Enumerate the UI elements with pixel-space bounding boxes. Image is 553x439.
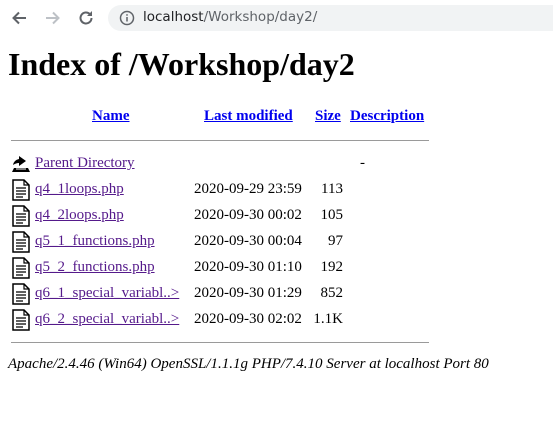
file-modified: 2020-09-29 23:59	[194, 181, 302, 197]
text-file-icon	[12, 231, 30, 253]
sort-by-last-modified-link[interactable]: Last modified	[204, 108, 293, 124]
file-link[interactable]: q6_1_special_variabl..>	[35, 285, 179, 301]
sort-by-name-link[interactable]: Name	[92, 108, 130, 124]
page-title: Index of /Workshop/day2	[8, 46, 355, 82]
back-folder-icon	[12, 156, 30, 172]
file-size: 852	[320, 285, 344, 301]
file-link[interactable]: q5_1_functions.php	[35, 233, 155, 249]
address-bar[interactable]: localhost/Workshop/day2/	[108, 5, 553, 31]
reload-button[interactable]	[76, 8, 96, 28]
reload-icon	[79, 11, 93, 25]
file-link[interactable]: q5_2_functions.php	[35, 259, 155, 275]
text-file-icon	[12, 205, 30, 227]
file-size: 192	[320, 259, 344, 275]
forward-button[interactable]	[43, 8, 63, 28]
file-modified: 2020-09-30 00:02	[194, 207, 302, 223]
file-size: 97	[328, 233, 343, 249]
file-row: q4_1loops.php 2020-09-29 23:59 113	[8, 178, 448, 204]
header-divider	[11, 140, 429, 141]
text-file-icon	[12, 257, 30, 279]
file-row: q6_2_special_variabl..> 2020-09-30 02:02 1…	[8, 308, 448, 334]
file-row: q6_1_special_variabl..> 2020-09-30 01:29 8…	[8, 282, 448, 308]
server-signature: Apache/2.4.46 (Win64) OpenSSL/1.1.1g PHP…	[8, 356, 489, 372]
sort-by-size-link[interactable]: Size	[315, 108, 341, 124]
parent-directory-link[interactable]: Parent Directory	[35, 155, 135, 171]
table-header: Name Last modified Size Description	[8, 108, 448, 128]
file-link[interactable]: q6_2_special_variabl..>	[35, 311, 179, 327]
forward-arrow-icon	[46, 11, 60, 25]
file-size: 105	[320, 207, 344, 223]
footer-divider	[11, 342, 429, 343]
file-link[interactable]: q4_2loops.php	[35, 207, 124, 223]
back-button[interactable]	[9, 8, 29, 28]
file-size: 1.1K	[313, 311, 343, 327]
file-row: q4_2loops.php 2020-09-30 00:02 105	[8, 204, 448, 230]
url-path: /Workshop/day2/	[203, 9, 318, 25]
file-size: 113	[321, 181, 343, 197]
parent-size: -	[360, 155, 365, 171]
url-text[interactable]: localhost/Workshop/day2/	[143, 9, 317, 25]
url-host: localhost	[143, 9, 204, 25]
file-modified: 2020-09-30 02:02	[194, 311, 302, 327]
file-link[interactable]: q4_1loops.php	[35, 181, 124, 197]
browser-toolbar: localhost/Workshop/day2/	[0, 0, 553, 36]
text-file-icon	[12, 309, 30, 331]
file-modified: 2020-09-30 00:04	[194, 233, 302, 249]
sort-by-description-link[interactable]: Description	[350, 108, 424, 124]
file-row: q5_1_functions.php 2020-09-30 00:04 97	[8, 230, 448, 256]
info-icon[interactable]	[119, 10, 135, 26]
file-modified: 2020-09-30 01:29	[194, 285, 302, 301]
text-file-icon	[12, 283, 30, 305]
file-modified: 2020-09-30 01:10	[194, 259, 302, 275]
text-file-icon	[12, 179, 30, 201]
back-arrow-icon	[12, 11, 26, 25]
parent-directory-row: Parent Directory -	[8, 152, 448, 178]
page-content: Index of /Workshop/day2 Name Last modifi…	[0, 36, 553, 439]
file-row: q5_2_functions.php 2020-09-30 01:10 192	[8, 256, 448, 282]
